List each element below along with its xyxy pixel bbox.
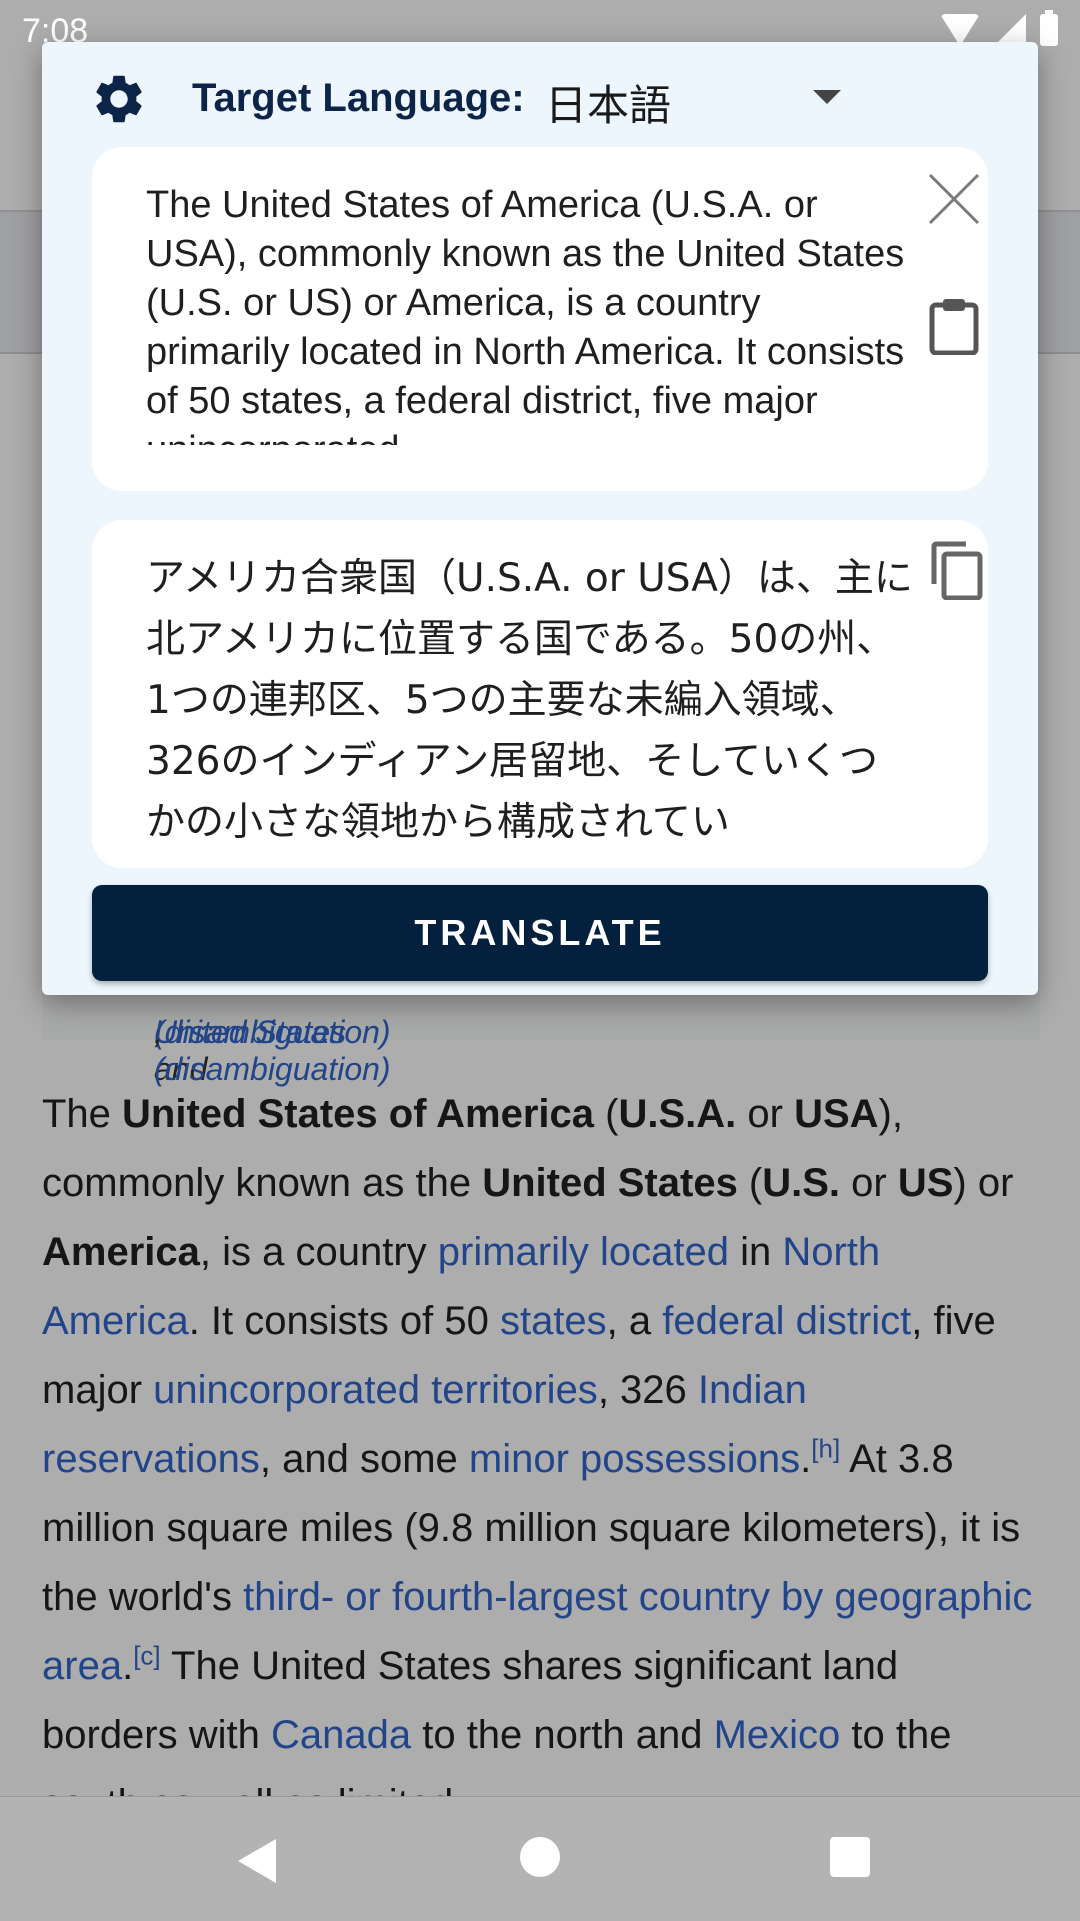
target-language-label: Target Language: bbox=[192, 76, 525, 120]
close-icon[interactable] bbox=[926, 171, 982, 227]
translate-dialog: Target Language: 日本語 The United States o… bbox=[42, 42, 1038, 995]
home-icon[interactable] bbox=[520, 1837, 560, 1877]
gear-icon[interactable] bbox=[90, 70, 148, 128]
clipboard-icon[interactable] bbox=[928, 297, 980, 355]
dropdown-arrow-icon[interactable] bbox=[813, 90, 841, 104]
source-text-input[interactable]: The United States of America (U.S.A. or … bbox=[146, 181, 906, 445]
result-text-card: アメリカ合衆国（U.S.A. or USA）は、主に北アメリカに位置する国である… bbox=[92, 520, 988, 868]
recents-icon[interactable] bbox=[830, 1837, 870, 1877]
back-icon[interactable] bbox=[238, 1839, 276, 1883]
navigation-bar bbox=[0, 1796, 1080, 1921]
translate-button[interactable]: TRANSLATE bbox=[92, 885, 988, 981]
translation-output: アメリカ合衆国（U.S.A. or USA）は、主に北アメリカに位置する国である… bbox=[146, 556, 913, 840]
source-text-card: The United States of America (U.S.A. or … bbox=[92, 147, 988, 491]
target-language-select[interactable]: 日本語 bbox=[545, 72, 671, 133]
copy-icon[interactable] bbox=[928, 540, 984, 600]
battery-icon bbox=[1040, 10, 1058, 46]
